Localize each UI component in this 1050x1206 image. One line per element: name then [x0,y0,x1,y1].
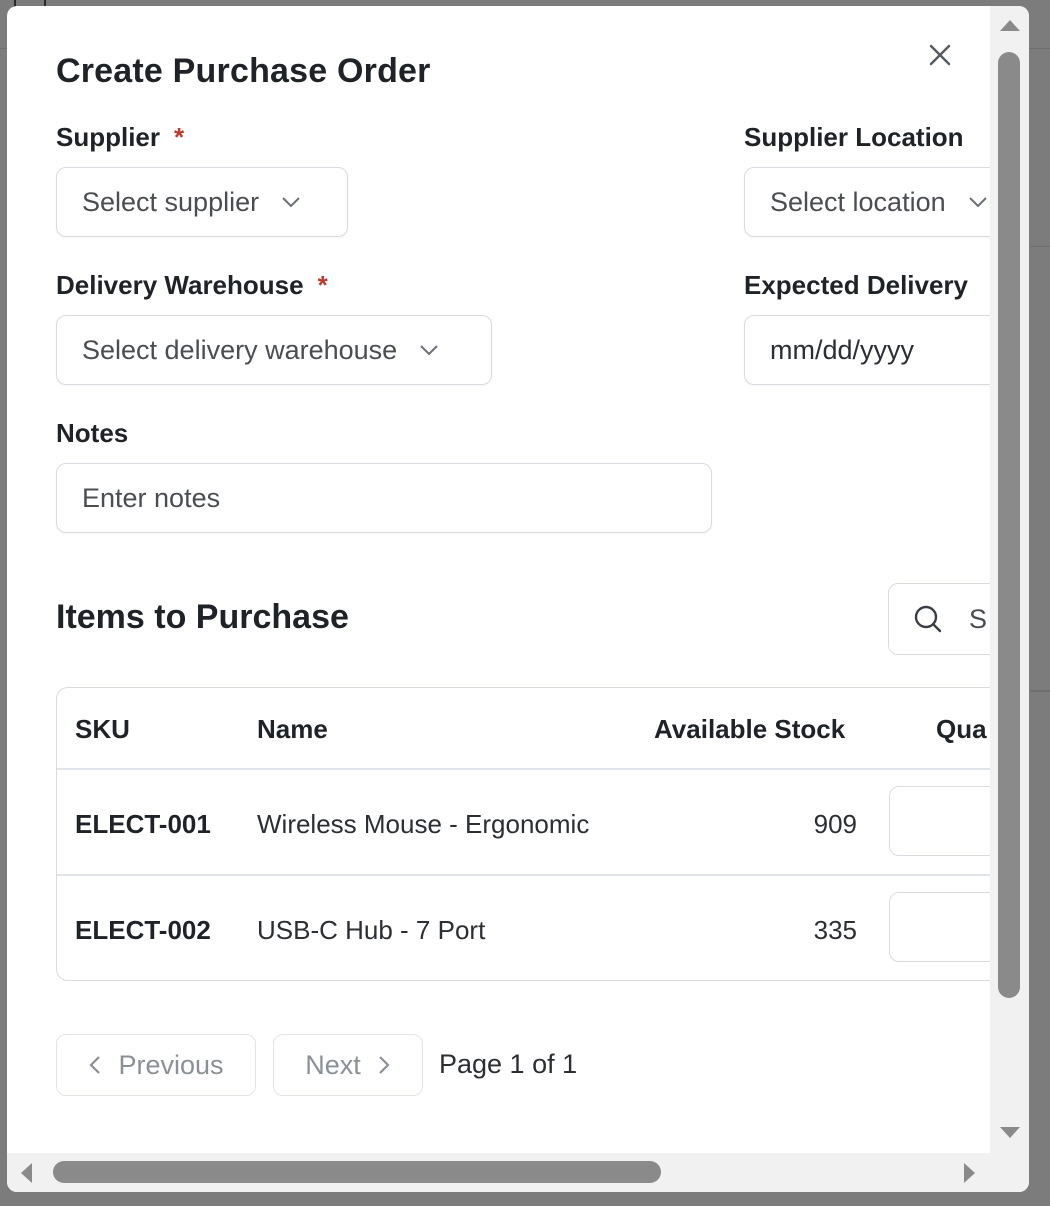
row-name: Wireless Mouse - Ergonomic [257,809,590,839]
chevron-left-icon [88,1054,102,1076]
row-available-stock: 909 [813,809,857,839]
supplier-select[interactable]: Select supplier [56,167,348,237]
row-sku: ELECT-002 [75,915,211,945]
quantity-input[interactable] [889,892,990,962]
column-header-name: Name [257,714,328,744]
supplier-location-select[interactable]: Select location [744,167,990,237]
scrollbar-corner [990,1153,1029,1192]
required-indicator: * [317,270,328,300]
notes-input[interactable]: Enter notes [56,463,712,533]
row-divider [57,768,990,770]
supplier-location-label: Supplier Location [744,122,964,152]
dialog-title: Create Purchase Order [56,52,431,90]
row-name: USB-C Hub - 7 Port [257,915,486,945]
page-indicator: Page 1 of 1 [439,1049,578,1079]
next-page-button[interactable]: Next [273,1034,423,1096]
background-divider [1030,246,1050,247]
scroll-down-arrow-icon[interactable] [998,1126,1022,1140]
items-section-title: Items to Purchase [56,598,349,636]
row-available-stock: 335 [813,915,857,945]
supplier-label-text: Supplier [56,122,161,152]
notes-placeholder: Enter notes [82,482,221,513]
delivery-warehouse-label: Delivery Warehouse * [56,270,328,301]
quantity-input[interactable] [889,786,990,856]
dialog-content: Create Purchase Order Supplier * Select s… [7,6,990,1153]
chevron-right-icon [377,1054,391,1076]
column-header-sku: SKU [75,714,130,744]
scroll-left-arrow-icon[interactable] [19,1161,33,1185]
close-button[interactable] [925,40,955,70]
chevron-down-icon [968,196,988,208]
create-purchase-order-dialog: Create Purchase Order Supplier * Select s… [7,6,1029,1192]
chevron-down-icon [419,344,439,356]
delivery-warehouse-select-value: Select delivery warehouse [82,334,398,365]
horizontal-scrollbar[interactable] [7,1153,990,1192]
notes-label: Notes [56,418,129,448]
supplier-select-value: Select supplier [82,186,260,217]
close-icon [929,44,951,66]
previous-label: Previous [118,1049,224,1080]
supplier-location-select-value: Select location [770,186,946,217]
vertical-scrollbar[interactable] [990,6,1029,1153]
supplier-label: Supplier * [56,122,184,153]
scroll-up-arrow-icon[interactable] [998,18,1022,32]
search-icon [914,605,942,633]
items-table: SKU Name Available Stock Qua ELECT-001 W… [56,687,990,981]
column-header-available-stock: Available Stock [654,714,846,744]
vertical-scrollbar-thumb[interactable] [998,52,1020,998]
row-sku: ELECT-001 [75,809,211,839]
previous-page-button[interactable]: Previous [56,1034,256,1096]
date-placeholder: mm/dd/yyyy [770,334,915,365]
search-placeholder: S [969,603,988,634]
delivery-warehouse-select[interactable]: Select delivery warehouse [56,315,492,385]
expected-delivery-date-input[interactable]: mm/dd/yyyy [744,315,990,385]
row-divider [57,874,990,876]
next-label: Next [305,1049,361,1080]
item-search-input[interactable]: S [888,583,990,655]
background-divider [1030,690,1050,692]
column-header-quantity: Qua [936,714,987,744]
chevron-down-icon [281,196,301,208]
delivery-warehouse-label-text: Delivery Warehouse [56,270,304,300]
expected-delivery-label: Expected Delivery [744,270,969,300]
horizontal-scrollbar-thumb[interactable] [53,1161,661,1183]
scroll-right-arrow-icon[interactable] [963,1161,977,1185]
required-indicator: * [174,122,185,152]
